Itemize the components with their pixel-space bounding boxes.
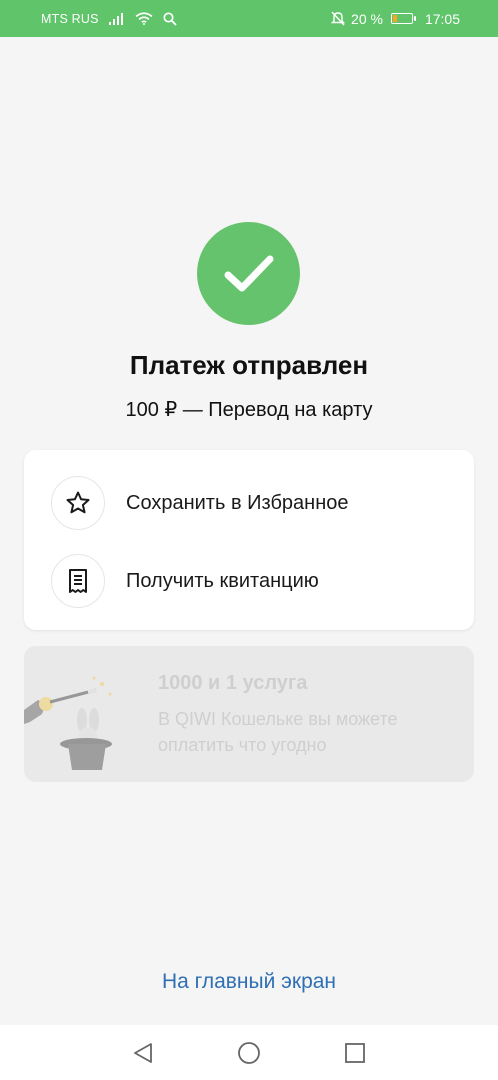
carrier-name: MTS RUS [41, 11, 99, 26]
battery-percent: 20 % [351, 10, 383, 27]
promo-title: 1000 и 1 услуга [158, 672, 308, 694]
success-badge [197, 222, 300, 325]
back-icon[interactable] [131, 1041, 155, 1065]
promo-text: В QIWI Кошельке вы можете оплатить что у… [158, 709, 398, 755]
checkmark-icon [224, 255, 273, 291]
get-receipt-label: Получить квитанцию [126, 569, 319, 592]
actions-card: Сохранить в Избранное Получить квитанцию [24, 450, 474, 630]
save-to-favorites-button[interactable]: Сохранить в Избранное [24, 464, 474, 542]
get-receipt-button[interactable]: Получить квитанцию [24, 542, 474, 620]
star-icon [51, 476, 105, 530]
receipt-icon [51, 554, 105, 608]
status-bar: MTS RUS 20 % 17:05 [0, 0, 498, 37]
payment-summary: 100 ₽ — Перевод на карту [125, 399, 373, 421]
wifi-icon [135, 12, 153, 25]
battery-icon [390, 13, 416, 24]
signal-icon [108, 12, 125, 25]
search-icon [163, 11, 177, 26]
system-nav-bar [0, 1025, 498, 1080]
magic-hat-illustration [24, 676, 112, 770]
mute-bell-icon [331, 11, 346, 26]
page-title: Платеж отправлен [129, 350, 369, 380]
home-icon[interactable] [237, 1041, 261, 1065]
recents-icon[interactable] [343, 1041, 367, 1065]
clock: 17:05 [424, 10, 460, 27]
promo-banner[interactable]: 1000 и 1 услуга В QIWI Кошельке вы может… [24, 646, 474, 782]
go-to-home-link[interactable]: На главный экран [0, 970, 498, 994]
save-to-favorites-label: Сохранить в Избранное [126, 491, 349, 514]
